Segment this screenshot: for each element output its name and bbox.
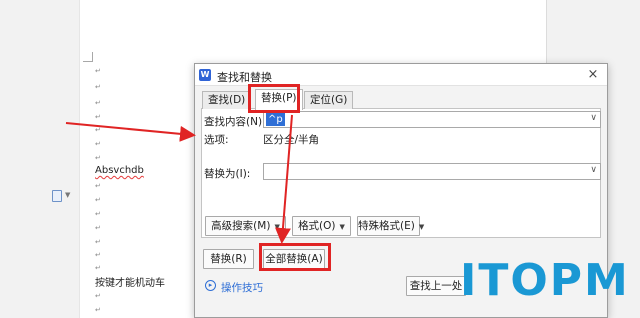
dropdown-arrow-icon: ▼ [339,223,345,231]
paragraph-mark: ↵ [95,264,101,272]
special-format-button[interactable]: 特殊格式(E) ▼ [357,216,424,236]
paragraph-mark: ↵ [95,113,101,121]
format-label: 格式(O) [298,220,336,232]
paste-options-icon[interactable] [52,190,62,202]
replace-with-label: 替换为(I): [204,168,251,180]
paragraph-mark: ↵ [95,99,101,107]
paragraph-mark: ↵ [95,67,101,75]
close-icon[interactable]: × [585,67,601,83]
paragraph-mark: ↵ [95,210,101,218]
paragraph-mark: ↵ [95,306,101,314]
advanced-search-button[interactable]: 高级搜索(M) ▼ [205,216,286,236]
dropdown-arrow-icon: ▼ [418,223,425,231]
paragraph-mark: ↵ [95,251,101,259]
format-button[interactable]: 格式(O) ▼ [292,216,351,236]
paragraph-mark: ↵ [95,140,101,148]
tab-find[interactable]: 查找(D) [202,91,252,109]
paragraph-mark: ↵ [95,238,101,246]
dropdown-arrow-icon: ▼ [274,223,280,231]
paragraph-mark: ↵ [95,224,101,232]
tips-link[interactable]: 操作技巧 [221,280,263,295]
tips-icon[interactable]: ▸ [205,280,216,291]
find-what-value: ^p [266,113,285,126]
dialog-titlebar[interactable]: W 查找和替换 × [195,64,607,86]
dialog-title: 查找和替换 [217,71,272,84]
find-previous-button[interactable]: 查找上一处 [406,276,466,296]
paragraph-mark: ↵ [95,292,101,300]
paragraph-mark: ↵ [95,182,101,190]
options-value: 区分全/半角 [263,134,320,146]
advanced-search-label: 高级搜索(M) [211,220,271,232]
find-what-label: 查找内容(N): [204,116,266,128]
highlight-replace-all [259,243,331,271]
paragraph-mark: ↵ [95,83,101,91]
itopm-logo: ITOPM [460,255,630,306]
find-what-input[interactable]: ^p ∨ [263,111,601,128]
chevron-down-icon[interactable]: ∨ [590,165,597,175]
tab-goto[interactable]: 定位(G) [304,91,354,109]
paragraph-mark: ↵ [95,126,101,134]
highlight-replace-tab [248,84,300,113]
document-word: Absvchdb [95,165,144,176]
options-label: 选项: [204,134,229,146]
replace-with-input[interactable]: ∨ [263,163,601,180]
paragraph-mark: ↵ [95,196,101,204]
special-format-label: 特殊格式(E) [358,220,415,232]
replace-button[interactable]: 替换(R) [203,249,254,269]
page-corner-mark [83,52,93,62]
paragraph-mark: ↵ [95,154,101,162]
wps-writer-icon: W [199,69,211,81]
chevron-down-icon[interactable]: ∨ [590,113,597,123]
document-sentence: 按键才能机动车 [95,278,165,289]
paste-dropdown-arrow-icon[interactable]: ▼ [65,191,70,199]
